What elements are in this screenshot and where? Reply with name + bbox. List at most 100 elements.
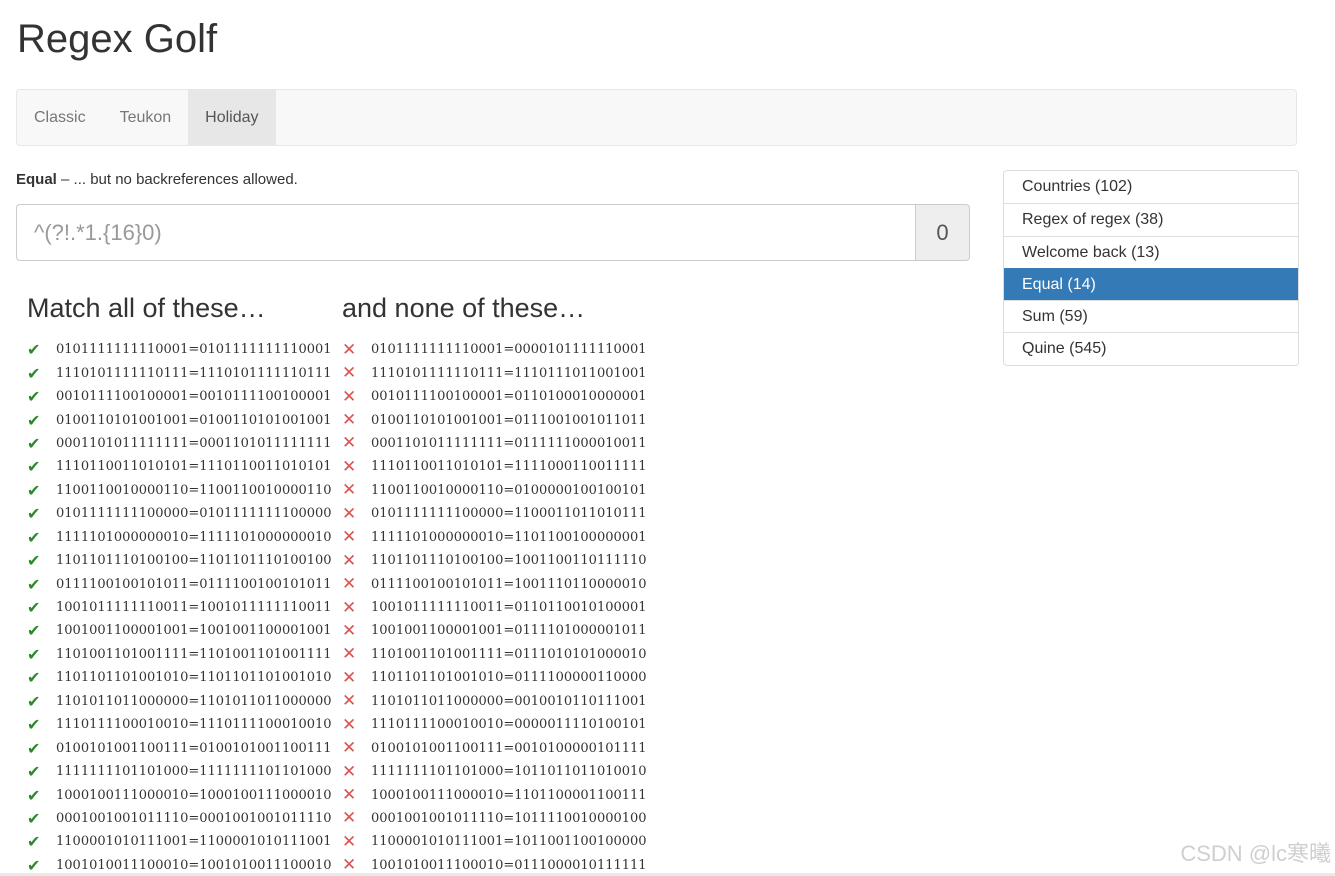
match-item-text: 1100110010000110=1100110010000110 xyxy=(56,482,332,498)
none-item-text: 0001101011111111=0111111000010011 xyxy=(371,435,647,451)
none-item: ✕ 1000100111000010=1101100001100111 xyxy=(342,783,647,806)
match-item: ✔ 0010111100100001=0010111100100001 xyxy=(27,385,332,408)
none-item: ✕ 1100001010111001=1011001100100000 xyxy=(342,830,647,853)
match-item-text: 0001001001011110=0001001001011110 xyxy=(56,810,332,826)
match-item: ✔ 1101001101001111=1101001101001111 xyxy=(27,643,332,666)
level-description: Equal – ... but no backreferences allowe… xyxy=(16,171,298,188)
cross-icon: ✕ xyxy=(342,363,357,384)
check-icon: ✔ xyxy=(27,855,41,875)
none-item-text: 1111101000000010=1101100100000001 xyxy=(371,529,647,545)
none-item-text: 0001001001011110=1011110010000100 xyxy=(371,810,647,826)
none-item: ✕ 1110101111110111=1110111011001001 xyxy=(342,361,647,384)
regex-input[interactable] xyxy=(16,204,915,261)
none-item-text: 0010111100100001=0110100010000001 xyxy=(371,389,647,405)
cross-icon: ✕ xyxy=(342,738,357,759)
watermark: CSDN @lc寒曦 xyxy=(1180,841,1331,866)
score-display: 0 xyxy=(915,204,970,261)
none-item-text: 1001011111110011=0110110010100001 xyxy=(371,600,647,616)
none-item-text: 1111111101101000=1011011011010010 xyxy=(371,764,647,780)
cross-icon: ✕ xyxy=(342,667,357,688)
check-icon: ✔ xyxy=(27,433,41,453)
none-item: ✕ 0100110101001001=0111001001011011 xyxy=(342,408,647,431)
level-item[interactable]: Sum (59) xyxy=(1004,300,1298,332)
match-item: ✔ 0111100100101011=0111100100101011 xyxy=(27,572,332,595)
none-item-text: 0100101001100111=0010100000101111 xyxy=(371,740,647,756)
tab-holiday[interactable]: Holiday xyxy=(188,90,276,145)
none-item-text: 1100001010111001=1011001100100000 xyxy=(371,834,647,850)
match-item: ✔ 1110111100010010=1110111100010010 xyxy=(27,713,332,736)
none-item: ✕ 0101111111100000=1100011011010111 xyxy=(342,502,647,525)
none-item-text: 0100110101001001=0111001001011011 xyxy=(371,412,647,428)
none-column: and none of these… ✕ 0101111111110001=000… xyxy=(342,290,647,876)
check-icon: ✔ xyxy=(27,387,41,407)
check-icon: ✔ xyxy=(27,410,41,430)
match-item-text: 1101101110100100=1101101110100100 xyxy=(56,553,332,569)
none-item-text: 1110101111110111=1110111011001001 xyxy=(371,365,647,381)
none-list: ✕ 0101111111110001=0000101111110001 ✕ 11101… xyxy=(342,338,647,876)
none-item: ✕ 1110111100010010=0000011110100101 xyxy=(342,713,647,736)
match-item: ✔ 1001011111110011=1001011111110011 xyxy=(27,596,332,619)
match-item-text: 0101111111100000=0101111111100000 xyxy=(56,506,332,522)
none-item-text: 1001010011100010=0111000010111111 xyxy=(371,857,647,873)
match-item-text: 1001011111110011=1001011111110011 xyxy=(56,600,332,616)
tab-teukon[interactable]: Teukon xyxy=(103,90,189,145)
match-item-text: 1111111101101000=1111111101101000 xyxy=(56,764,332,780)
check-icon: ✔ xyxy=(27,808,41,828)
level-item[interactable]: Welcome back (13) xyxy=(1004,235,1298,268)
match-column: Match all of these… ✔ 0101111111110001=01… xyxy=(27,290,332,876)
check-icon: ✔ xyxy=(27,668,41,688)
match-heading: Match all of these… xyxy=(27,293,266,323)
level-item[interactable]: Equal (14) xyxy=(1004,267,1298,301)
cross-icon: ✕ xyxy=(342,410,357,431)
match-item-text: 1110111100010010=1110111100010010 xyxy=(56,717,332,733)
cross-icon: ✕ xyxy=(342,597,357,618)
none-item-text: 1001001100001001=0111101000001011 xyxy=(371,623,647,639)
none-item: ✕ 0010111100100001=0110100010000001 xyxy=(342,385,647,408)
match-item-text: 0111100100101011=0111100100101011 xyxy=(56,576,332,592)
match-item-text: 1111101000000010=1111101000000010 xyxy=(56,529,332,545)
check-icon: ✔ xyxy=(27,785,41,805)
match-item-text: 1110101111110111=1110101111110111 xyxy=(56,365,332,381)
check-icon: ✔ xyxy=(27,340,41,360)
match-item-text: 0010111100100001=0010111100100001 xyxy=(56,389,332,405)
cross-icon: ✕ xyxy=(342,480,357,501)
none-heading: and none of these… xyxy=(342,293,586,323)
none-item-text: 0101111111100000=1100011011010111 xyxy=(371,506,647,522)
level-set-navbar: Classic Teukon Holiday xyxy=(16,89,1297,146)
check-icon: ✔ xyxy=(27,644,41,664)
cross-icon: ✕ xyxy=(342,550,357,571)
cross-icon: ✕ xyxy=(342,761,357,782)
level-item[interactable]: Countries (102) xyxy=(1004,171,1298,203)
page-title: Regex Golf xyxy=(17,17,218,61)
match-item-text: 1001010011100010=1001010011100010 xyxy=(56,857,332,873)
match-item: ✔ 0100101001100111=0100101001100111 xyxy=(27,736,332,759)
check-icon: ✔ xyxy=(27,574,41,594)
level-item[interactable]: Regex of regex (38) xyxy=(1004,203,1298,235)
page: Regex Golf Classic Teukon Holiday Equal … xyxy=(0,0,1335,876)
cross-icon: ✕ xyxy=(342,644,357,665)
match-item: ✔ 1101011011000000=1101011011000000 xyxy=(27,690,332,713)
match-item-text: 1101011011000000=1101011011000000 xyxy=(56,693,332,709)
check-icon: ✔ xyxy=(27,527,41,547)
match-item: ✔ 0001101011111111=0001101011111111 xyxy=(27,432,332,455)
match-item: ✔ 0101111111110001=0101111111110001 xyxy=(27,338,332,361)
cross-icon: ✕ xyxy=(342,714,357,735)
match-item-text: 0001101011111111=0001101011111111 xyxy=(56,435,332,451)
match-item-text: 1110110011010101=1110110011010101 xyxy=(56,459,332,475)
level-item[interactable]: Quine (545) xyxy=(1004,332,1298,364)
match-item-text: 0100110101001001=0100110101001001 xyxy=(56,412,332,428)
check-icon: ✔ xyxy=(27,480,41,500)
cross-icon: ✕ xyxy=(342,339,357,360)
check-icon: ✔ xyxy=(27,621,41,641)
match-item: ✔ 1000100111000010=1000100111000010 xyxy=(27,783,332,806)
none-item-text: 1101001101001111=0111010101000010 xyxy=(371,646,647,662)
cross-icon: ✕ xyxy=(342,785,357,806)
none-item-text: 1110110011010101=1111000110011111 xyxy=(371,459,647,475)
level-description-text: – ... but no backreferences allowed. xyxy=(61,171,298,188)
none-item-text: 0111100100101011=1001110110000010 xyxy=(371,576,647,592)
tab-classic[interactable]: Classic xyxy=(17,90,103,145)
none-item-text: 0101111111110001=0000101111110001 xyxy=(371,342,647,358)
match-item: ✔ 1110110011010101=1110110011010101 xyxy=(27,455,332,478)
none-item: ✕ 0101111111110001=0000101111110001 xyxy=(342,338,647,361)
check-icon: ✔ xyxy=(27,457,41,477)
